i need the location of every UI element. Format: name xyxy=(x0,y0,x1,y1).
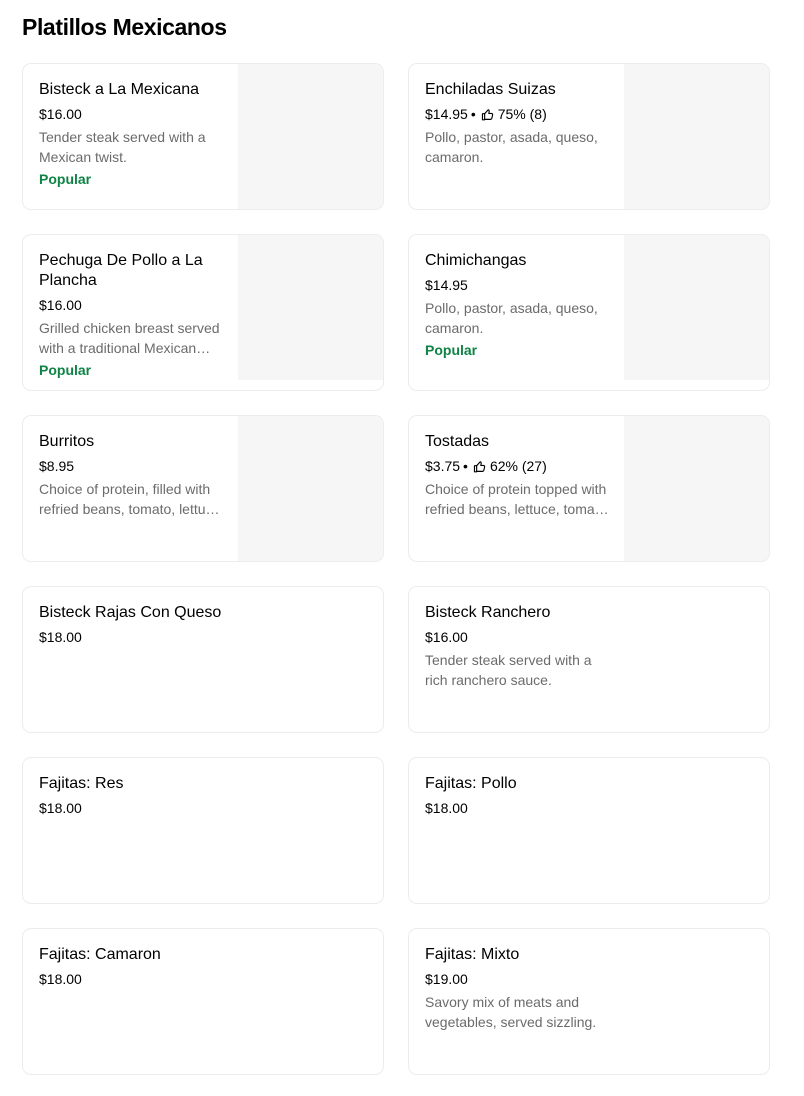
menu-item-card[interactable]: Fajitas: Camaron $18.00 xyxy=(22,928,384,1075)
thumbs-up-icon xyxy=(479,108,495,121)
item-image-placeholder xyxy=(624,64,769,209)
item-price: $3.75 xyxy=(425,458,461,474)
item-image-placeholder xyxy=(624,416,769,561)
menu-item-card[interactable]: Bisteck a La Mexicana $16.00 Tender steak … xyxy=(22,63,384,210)
item-price: $14.95 xyxy=(425,106,468,122)
item-meta: $16.00 xyxy=(39,105,223,123)
item-description: Tender steak served with a rich ranchero… xyxy=(425,652,592,688)
item-info: Fajitas: Mixto $19.00 Savory mix of meats … xyxy=(425,945,609,1032)
item-rating: 62% (27) xyxy=(489,458,547,474)
item-name: Chimichangas xyxy=(425,252,527,269)
item-description: Choice of protein topped with refried be… xyxy=(425,481,607,517)
thumbs-up-icon xyxy=(471,460,487,473)
item-meta: $8.95 xyxy=(39,457,223,475)
item-info: Burritos $8.95 Choice of protein, filled w… xyxy=(39,432,223,519)
menu-item-card[interactable]: Fajitas: Pollo $18.00 xyxy=(408,757,770,904)
menu-item-card[interactable]: Chimichangas $14.95 Pollo, pastor, asada, … xyxy=(408,234,770,391)
item-price: $16.00 xyxy=(39,106,82,122)
menu-item-card[interactable]: Enchiladas Suizas $14.95 • 75% (8) Pollo, pa… xyxy=(408,63,770,210)
item-meta: $14.95 xyxy=(425,276,609,294)
item-price: $19.00 xyxy=(425,971,468,987)
menu-item-card[interactable]: Fajitas: Res $18.00 xyxy=(22,757,384,904)
item-name: Bisteck Rajas Con Queso xyxy=(39,604,222,621)
item-info: Tostadas $3.75 • 62% (27) Choice of protein … xyxy=(425,432,609,519)
item-name: Tostadas xyxy=(425,433,490,450)
menu-item-card[interactable]: Pechuga De Pollo a La Plancha $16.00 Grill… xyxy=(22,234,384,391)
menu-item-card[interactable]: Fajitas: Mixto $19.00 Savory mix of meats … xyxy=(408,928,770,1075)
menu-item-card[interactable]: Burritos $8.95 Choice of protein, filled w… xyxy=(22,415,384,562)
item-info: Chimichangas $14.95 Pollo, pastor, asada, … xyxy=(425,251,609,360)
item-meta: $3.75 • 62% (27) xyxy=(425,457,609,475)
item-meta: $19.00 xyxy=(425,970,609,988)
item-name: Fajitas: Camaron xyxy=(39,946,161,963)
item-description: Pollo, pastor, asada, queso, camaron. xyxy=(425,300,598,336)
menu-item-card[interactable]: Tostadas $3.75 • 62% (27) Choice of protein … xyxy=(408,415,770,562)
item-info: Enchiladas Suizas $14.95 • 75% (8) Pollo, pa… xyxy=(425,80,609,167)
item-description: Tender steak served with a Mexican twist… xyxy=(39,129,206,165)
meta-separator: • xyxy=(463,458,468,474)
popular-badge: Popular xyxy=(425,342,478,358)
item-price: $16.00 xyxy=(39,297,82,313)
item-image-placeholder xyxy=(238,416,383,561)
menu-item-card[interactable]: Bisteck Ranchero $16.00 Tender steak serve… xyxy=(408,586,770,733)
item-image-placeholder xyxy=(238,64,383,209)
item-description: Grilled chicken breast served with a tra… xyxy=(39,320,220,356)
item-name: Bisteck a La Mexicana xyxy=(39,81,200,98)
item-info: Bisteck a La Mexicana $16.00 Tender steak … xyxy=(39,80,223,189)
menu-item-card[interactable]: Bisteck Rajas Con Queso $18.00 xyxy=(22,586,384,733)
item-meta: $18.00 xyxy=(425,799,609,817)
popular-badge: Popular xyxy=(39,362,92,378)
item-info: Bisteck Ranchero $16.00 Tender steak serve… xyxy=(425,603,609,690)
item-name: Fajitas: Res xyxy=(39,775,124,792)
item-price: $16.00 xyxy=(425,629,468,645)
item-name: Bisteck Ranchero xyxy=(425,604,551,621)
popular-badge: Popular xyxy=(39,171,92,187)
section-title: Platillos Mexicanos xyxy=(22,14,227,40)
menu-grid: Bisteck a La Mexicana $16.00 Tender steak … xyxy=(22,63,770,1075)
meta-separator: • xyxy=(470,106,476,122)
item-description: Savory mix of meats and vegetables, serv… xyxy=(425,994,597,1030)
item-name: Fajitas: Mixto xyxy=(425,946,520,963)
item-description: Choice of protein, filled with refried b… xyxy=(39,481,221,517)
item-info: Fajitas: Pollo $18.00 xyxy=(425,774,609,817)
item-price: $18.00 xyxy=(39,629,82,645)
item-info: Bisteck Rajas Con Queso $18.00 xyxy=(39,603,223,646)
item-name: Fajitas: Pollo xyxy=(425,775,517,792)
item-meta: $14.95 • 75% (8) xyxy=(425,105,609,123)
item-rating: 75% (8) xyxy=(497,106,547,122)
item-image-placeholder xyxy=(238,235,383,380)
item-price: $14.95 xyxy=(425,277,468,293)
item-price: $8.95 xyxy=(39,458,75,474)
item-info: Fajitas: Res $18.00 xyxy=(39,774,223,817)
item-description: Pollo, pastor, asada, queso, camaron. xyxy=(425,129,598,165)
item-price: $18.00 xyxy=(39,800,82,816)
item-name: Burritos xyxy=(39,433,95,450)
item-info: Fajitas: Camaron $18.00 xyxy=(39,945,223,988)
item-meta: $16.00 xyxy=(39,296,223,314)
item-meta: $16.00 xyxy=(425,628,609,646)
item-price: $18.00 xyxy=(39,971,82,987)
item-meta: $18.00 xyxy=(39,970,223,988)
item-meta: $18.00 xyxy=(39,628,223,646)
item-name: Pechuga De Pollo a La Plancha xyxy=(39,252,203,289)
item-name: Enchiladas Suizas xyxy=(425,81,556,98)
item-price: $18.00 xyxy=(425,800,468,816)
item-meta: $18.00 xyxy=(39,799,223,817)
item-image-placeholder xyxy=(624,235,769,380)
item-info: Pechuga De Pollo a La Plancha $16.00 Grill… xyxy=(39,251,223,380)
